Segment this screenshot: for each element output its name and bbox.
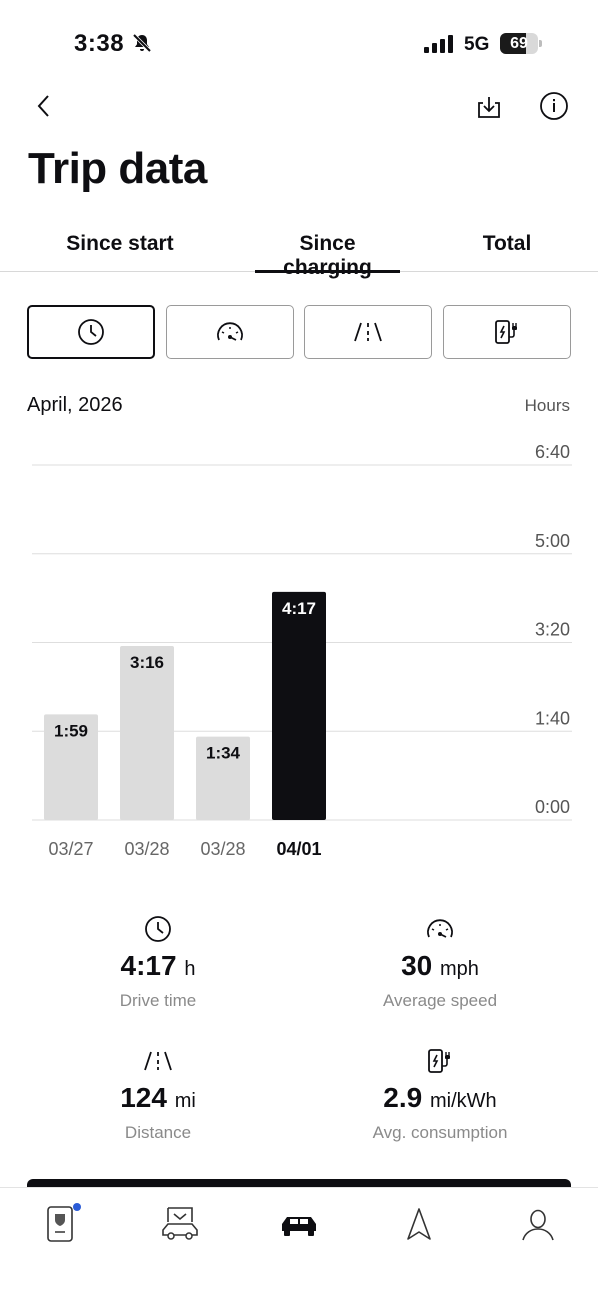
stat-distance-label: Distance [124,1123,192,1142]
stat-average-speed-label: Average speed [382,991,498,1010]
network-label: 5G [464,34,490,55]
nav-profile[interactable] [513,1204,563,1244]
tab-since-charging[interactable]: Since charging [255,226,400,279]
navigation-arrow-icon [407,1208,431,1240]
info-button[interactable] [538,90,570,122]
clock-icon [78,319,104,345]
nav-navigation[interactable] [394,1204,444,1244]
x-tick-label: 03/28 [200,839,245,859]
battery-icon: 69 [500,33,542,54]
page-title: Trip data [28,144,207,193]
bar-value-label: 1:34 [206,744,241,763]
tab-total[interactable]: Total [482,226,532,272]
metric-consumption-button[interactable] [443,305,571,359]
nav-charging[interactable] [155,1204,205,1244]
stat-distance-unit: mi [174,1090,196,1112]
road-icon [354,322,382,342]
stat-average-speed-value: 30 [401,950,433,981]
metric-average-speed-button[interactable] [166,305,294,359]
speedometer-icon [217,322,243,341]
stat-consumption-value: 2.9 [383,1082,423,1113]
x-tick-label: 03/27 [48,839,93,859]
info-icon [540,92,568,120]
bar-value-label: 4:17 [282,599,316,618]
y-tick-label: 6:40 [535,442,570,462]
bar-value-label: 3:16 [130,653,164,672]
signal-icon [424,35,456,58]
stat-drive-time: 4:17 h Drive time [28,914,288,1011]
stat-average-speed: 30 mph Average speed [310,914,570,1011]
metric-distance-button[interactable] [304,305,432,359]
road-icon [144,1051,172,1071]
clock-icon [145,916,171,942]
nav-car[interactable] [274,1204,324,1244]
status-bar: 3:38 5G 69 [0,0,598,80]
charging-station-icon [428,1049,450,1073]
drive-time-bar-chart: 0:00 1:40 3:20 5:00 6:40 1:59 03/27 3:16 03/28 1:… [32,442,572,859]
metric-drive-time-button[interactable] [27,305,155,359]
stat-consumption-label: Avg. consumption [372,1123,508,1142]
stat-average-speed-unit: mph [440,958,479,980]
profile-icon [522,1209,554,1241]
bottom-nav [0,1187,598,1300]
charging-station-icon [495,320,517,344]
notification-dot [73,1203,81,1211]
chevron-left-icon [37,95,49,117]
y-tick-label: 0:00 [535,797,570,817]
tab-since-start[interactable]: Since start [66,226,174,272]
stat-consumption: 2.9 mi/kWh Avg. consumption [310,1046,570,1143]
download-button[interactable] [472,90,506,124]
bar [272,591,326,820]
chart-unit-label: Hours [524,396,570,415]
stat-drive-time-label: Drive time [119,991,197,1010]
download-icon [478,97,500,118]
phone-key-icon [47,1206,73,1242]
y-tick-label: 3:20 [535,620,570,640]
bar-value-label: 1:59 [54,721,88,740]
speedometer-icon [427,919,453,938]
x-tick-label: 04/01 [276,839,321,859]
tab-bar: Since start Since charging Total [0,226,598,279]
bell-off-icon [131,32,153,59]
stat-distance-value: 124 [120,1082,167,1113]
bar [120,646,174,820]
stat-drive-time-unit: h [184,958,196,980]
car-charging-icon [162,1207,198,1240]
stat-drive-time-value: 4:17 [120,950,177,981]
y-tick-label: 5:00 [535,531,570,551]
stat-distance: 124 mi Distance [28,1046,288,1143]
battery-level: 69 [510,35,528,52]
back-button[interactable] [28,90,60,122]
x-tick-label: 03/28 [124,839,169,859]
car-icon [282,1217,316,1236]
chart-period-label: April, 2026 [27,394,123,416]
y-tick-label: 1:40 [535,708,570,728]
stat-consumption-unit: mi/kWh [430,1090,497,1112]
status-time: 3:38 [74,30,125,57]
